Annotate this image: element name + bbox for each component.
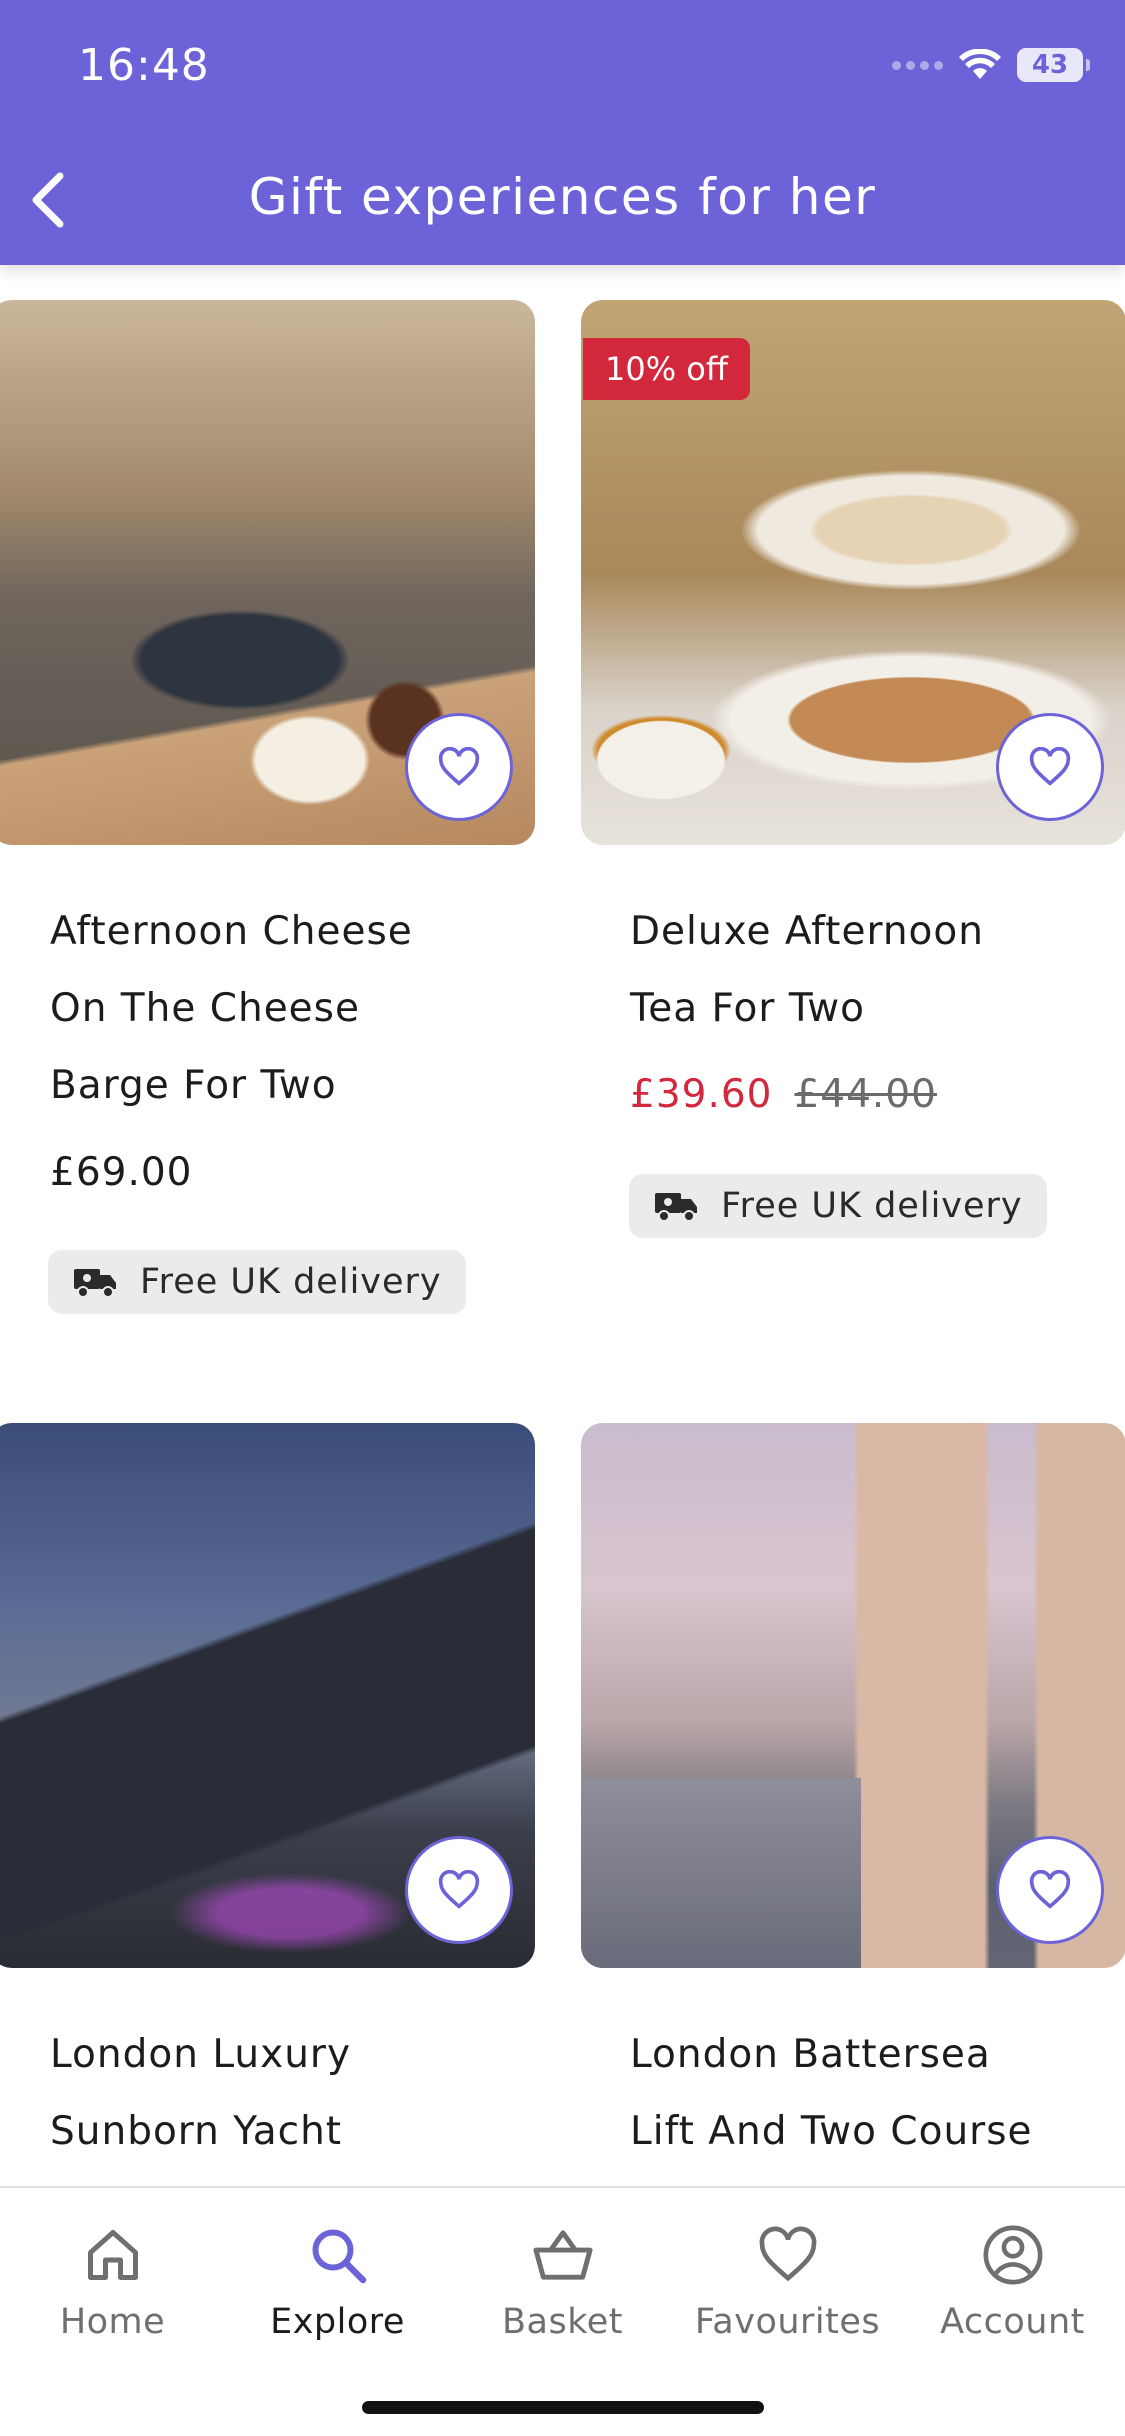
product-image[interactable] bbox=[581, 1423, 1125, 1968]
basket-icon bbox=[532, 2230, 593, 2280]
discount-badge: 10% off bbox=[583, 338, 750, 400]
product-title[interactable]: Deluxe Afternoon Tea For Two bbox=[630, 893, 1110, 1047]
favourite-button[interactable] bbox=[996, 713, 1104, 821]
sale-price: £39.60 bbox=[630, 1072, 773, 1117]
product-price: £39.60 £44.00 bbox=[630, 1072, 937, 1117]
status-indicators: 43 bbox=[892, 48, 1090, 82]
tab-account[interactable]: Account bbox=[900, 2220, 1125, 2342]
heart-icon bbox=[438, 1870, 480, 1909]
delivery-chip: Free UK delivery bbox=[48, 1250, 466, 1314]
wifi-icon bbox=[959, 49, 1001, 79]
product-image[interactable] bbox=[0, 300, 535, 845]
tab-favourites[interactable]: Favourites bbox=[675, 2220, 900, 2342]
tab-basket[interactable]: Basket bbox=[450, 2220, 675, 2342]
favourite-button[interactable] bbox=[405, 713, 513, 821]
delivery-truck-icon bbox=[655, 1193, 697, 1222]
heart-icon bbox=[1029, 1870, 1071, 1909]
home-icon bbox=[87, 2230, 138, 2280]
battery-icon: 43 bbox=[1017, 48, 1090, 82]
original-price: £44.00 bbox=[794, 1072, 937, 1117]
search-icon bbox=[312, 2229, 366, 2284]
product-image[interactable]: 10% off bbox=[581, 300, 1125, 845]
product-price: £69.00 bbox=[50, 1150, 193, 1195]
delivery-label: Free UK delivery bbox=[721, 1186, 1023, 1226]
page-title: Gift experiences for her bbox=[248, 168, 877, 226]
signal-icon bbox=[892, 60, 943, 70]
tab-explore[interactable]: Explore bbox=[225, 2220, 450, 2342]
delivery-label: Free UK delivery bbox=[140, 1262, 442, 1302]
favourite-button[interactable] bbox=[405, 1836, 513, 1944]
bottom-tab-bar: Home Explore Basket Favourites Account bbox=[0, 2186, 1125, 2436]
header-bar: 16:48 43 Gift experiences for her bbox=[0, 0, 1125, 265]
favourite-button[interactable] bbox=[996, 1836, 1104, 1944]
home-indicator bbox=[362, 2401, 764, 2414]
product-title[interactable]: London Battersea Lift And Two Course bbox=[630, 2016, 1110, 2170]
account-icon bbox=[983, 2225, 1042, 2285]
tab-home[interactable]: Home bbox=[0, 2220, 225, 2342]
product-image[interactable] bbox=[0, 1423, 535, 1968]
status-time: 16:48 bbox=[78, 40, 210, 91]
product-title[interactable]: London Luxury Sunborn Yacht bbox=[50, 2016, 530, 2170]
heart-icon bbox=[438, 747, 480, 786]
delivery-chip: Free UK delivery bbox=[629, 1174, 1047, 1238]
product-title[interactable]: Afternoon Cheese On The Cheese Barge For… bbox=[50, 893, 530, 1124]
heart-icon bbox=[759, 2226, 816, 2282]
delivery-truck-icon bbox=[74, 1269, 116, 1298]
heart-icon bbox=[1029, 747, 1071, 786]
